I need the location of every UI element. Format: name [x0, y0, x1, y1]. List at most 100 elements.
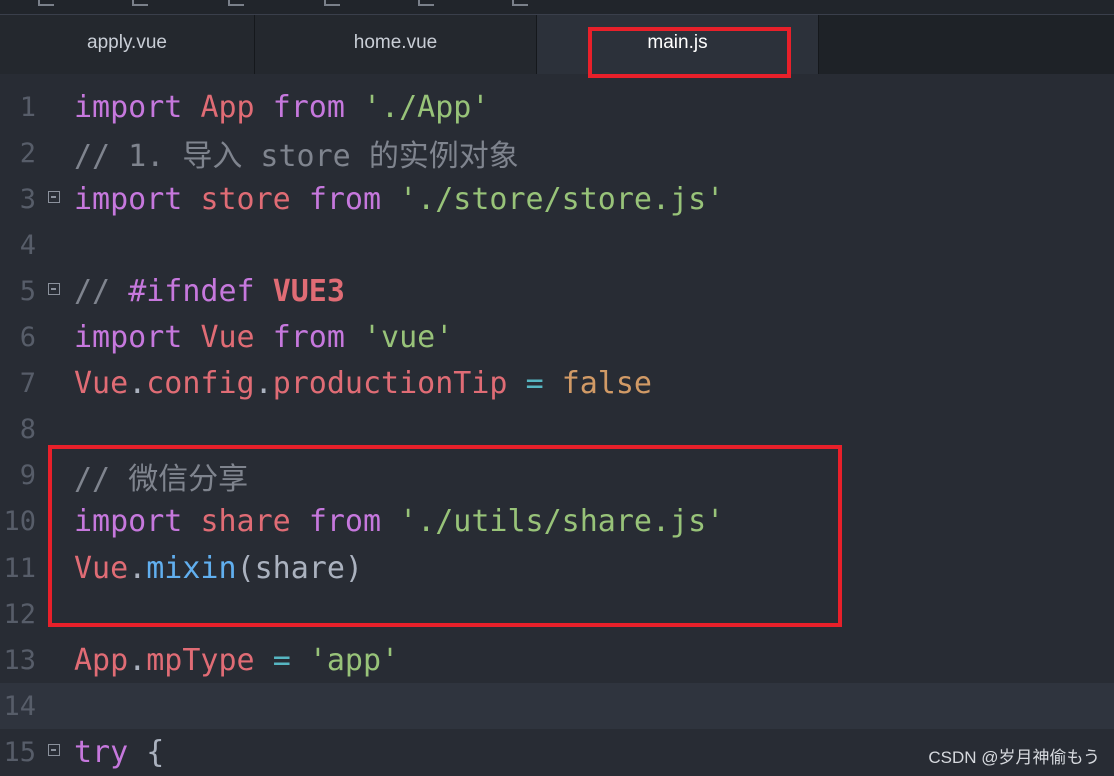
- code-token: =: [525, 366, 544, 402]
- tab-apply-vue[interactable]: apply.vue: [0, 15, 255, 74]
- line-number: 14: [3, 690, 36, 722]
- code-line[interactable]: 8: [0, 407, 1114, 453]
- code-token: config: [146, 366, 255, 402]
- code-token: 'vue': [363, 320, 454, 355]
- code-token: // 1.: [74, 139, 183, 175]
- code-token: false: [561, 366, 652, 402]
- code-line[interactable]: 4: [0, 222, 1114, 268]
- code-token: mpType: [146, 642, 255, 678]
- code-token: =: [272, 642, 291, 678]
- code-token: //: [74, 461, 129, 497]
- code-token: //: [74, 273, 129, 309]
- toolbar-icon[interactable]: [132, 0, 148, 6]
- fold-toggle-icon[interactable]: [48, 191, 60, 204]
- fold-toggle-icon[interactable]: [48, 744, 60, 757]
- code-text: import share from './utils/share.js': [74, 504, 724, 539]
- code-token: './store/store.js': [399, 181, 725, 217]
- tab-label: apply.vue: [87, 31, 167, 53]
- code-line[interactable]: 2 // 1. 导入 store 的实例对象: [0, 130, 1114, 176]
- code-line[interactable]: 1 import App from './App': [0, 84, 1114, 130]
- code-token: (share): [236, 550, 363, 586]
- code-line[interactable]: 5 // #ifndef VUE3: [0, 268, 1114, 314]
- code-line[interactable]: 11 Vue.mixin(share): [0, 545, 1114, 591]
- code-text: App.mpType = 'app': [74, 643, 399, 678]
- code-line[interactable]: 13 App.mpType = 'app': [0, 637, 1114, 683]
- fold-toggle-icon[interactable]: [48, 283, 60, 296]
- line-number: 2: [19, 137, 36, 169]
- code-token: {: [146, 734, 165, 770]
- code-token: VUE3: [272, 273, 345, 309]
- code-token: .: [128, 642, 147, 678]
- code-text: // #ifndef VUE3: [74, 274, 345, 309]
- code-token: 'app': [308, 642, 400, 678]
- code-token: from: [272, 320, 345, 355]
- line-number: 3: [19, 183, 36, 215]
- code-token: 导入: [182, 139, 243, 175]
- code-line[interactable]: 3 import store from './store/store.js': [0, 176, 1114, 222]
- toolbar-icon[interactable]: [228, 0, 244, 6]
- code-token: try: [74, 734, 129, 770]
- tab-label: main.js: [647, 31, 708, 53]
- code-token: './App': [363, 89, 490, 125]
- code-token: from: [308, 181, 382, 217]
- code-token: Vue: [200, 320, 255, 355]
- code-token: .: [128, 366, 147, 402]
- code-token: 的实例对象: [368, 139, 519, 175]
- line-number: 5: [19, 275, 36, 307]
- editor-window: apply.vue home.vue main.js 1 import App f…: [0, 0, 1114, 776]
- code-text: Vue.mixin(share): [74, 551, 363, 586]
- tab-main-js[interactable]: main.js: [537, 15, 819, 74]
- code-text: // 1. 导入 store 的实例对象: [74, 131, 519, 175]
- code-token: from: [308, 504, 382, 540]
- code-line[interactable]: 14: [0, 683, 1114, 730]
- line-number: 10: [3, 506, 36, 538]
- line-number: 12: [3, 598, 36, 630]
- line-number: 1: [19, 91, 36, 123]
- code-line[interactable]: 10 import share from './utils/share.js': [0, 499, 1114, 545]
- tab-label: home.vue: [353, 31, 438, 53]
- toolbar-icon[interactable]: [38, 0, 54, 6]
- code-line[interactable]: 9 // 微信分享: [0, 453, 1114, 499]
- code-text: Vue.config.productionTip = false: [74, 366, 652, 401]
- code-text: import App from './App': [74, 90, 489, 125]
- line-number: 6: [19, 322, 36, 353]
- toolbar-icon[interactable]: [324, 0, 340, 6]
- code-token: Vue: [74, 366, 129, 402]
- code-token: 微信分享: [128, 461, 249, 497]
- toolbar-icon[interactable]: [512, 0, 528, 6]
- code-text: import Vue from 'vue': [74, 320, 453, 355]
- line-number: 9: [19, 460, 36, 492]
- code-line[interactable]: 7 Vue.config.productionTip = false: [0, 361, 1114, 407]
- code-token: #ifndef: [128, 273, 255, 309]
- tab-home-vue[interactable]: home.vue: [255, 15, 537, 74]
- code-line[interactable]: 6 import Vue from 'vue': [0, 315, 1114, 361]
- code-token: from: [272, 89, 345, 125]
- code-token: Vue: [74, 550, 129, 586]
- line-number: 15: [3, 736, 36, 768]
- code-line[interactable]: 12: [0, 591, 1114, 637]
- code-token: mixin: [146, 550, 237, 586]
- line-number: 13: [3, 644, 36, 676]
- code-token: store: [200, 181, 291, 217]
- code-editor[interactable]: 1 import App from './App' 2 // 1. 导入 store …: [0, 84, 1114, 776]
- toolbar-strip: [0, 0, 1114, 15]
- code-token: App: [74, 642, 129, 678]
- code-text: // 微信分享: [74, 454, 248, 498]
- toolbar-icon[interactable]: [418, 0, 434, 6]
- line-number: 8: [19, 414, 36, 446]
- tab-bar: apply.vue home.vue main.js: [0, 15, 1114, 74]
- line-number: 11: [3, 552, 36, 584]
